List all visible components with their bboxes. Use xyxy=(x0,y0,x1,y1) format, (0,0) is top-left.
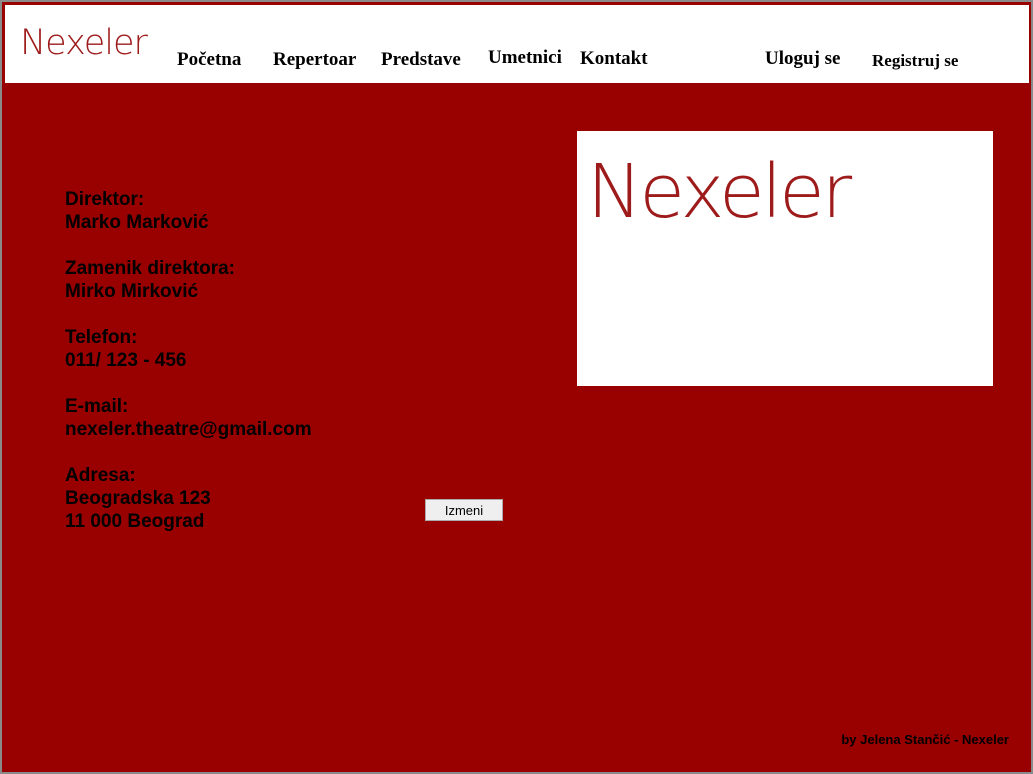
login-link[interactable]: Uloguj se xyxy=(765,48,840,70)
phone-block: Telefon: 011/ 123 - 456 xyxy=(65,326,312,372)
contact-info: Direktor: Marko Marković Zamenik direkto… xyxy=(65,188,312,556)
director-label: Direktor: xyxy=(65,189,145,210)
logo-image-text: Nexeler xyxy=(587,149,852,235)
director-value: Marko Marković xyxy=(65,212,209,233)
logo-image: Nexeler xyxy=(577,131,993,386)
phone-value: 011/ 123 - 456 xyxy=(65,350,187,371)
page-frame: Nexeler Početna Repertoar Predstave Umet… xyxy=(0,0,1033,774)
address-label: Adresa: xyxy=(65,465,136,486)
nav-item-kontakt[interactable]: Kontakt xyxy=(580,48,648,70)
deputy-block: Zamenik direktora: Mirko Mirković xyxy=(65,257,312,303)
phone-label: Telefon: xyxy=(65,327,138,348)
nav-item-repertoar[interactable]: Repertoar xyxy=(273,49,356,71)
deputy-value: Mirko Mirković xyxy=(65,281,199,302)
edit-button[interactable]: Izmeni xyxy=(425,499,503,521)
address-line1: Beogradska 123 xyxy=(65,488,211,509)
email-block: E-mail: nexeler.theatre@gmail.com xyxy=(65,395,312,441)
footer-credit: by Jelena Stančić - Nexeler xyxy=(841,732,1009,747)
register-link[interactable]: Registruj se xyxy=(872,51,958,71)
address-block: Adresa: Beogradska 123 11 000 Beograd xyxy=(65,464,312,533)
nav-item-predstave[interactable]: Predstave xyxy=(381,49,461,71)
site-logo[interactable]: Nexeler xyxy=(20,23,148,63)
email-label: E-mail: xyxy=(65,396,129,417)
deputy-label: Zamenik direktora: xyxy=(65,258,235,279)
address-line2: 11 000 Beograd xyxy=(65,511,205,532)
director-block: Direktor: Marko Marković xyxy=(65,188,312,234)
nav-item-pocetna[interactable]: Početna xyxy=(177,49,241,71)
header-bar: Nexeler Početna Repertoar Predstave Umet… xyxy=(5,5,1029,83)
nav-item-umetnici[interactable]: Umetnici xyxy=(488,47,562,69)
email-value: nexeler.theatre@gmail.com xyxy=(65,419,312,440)
